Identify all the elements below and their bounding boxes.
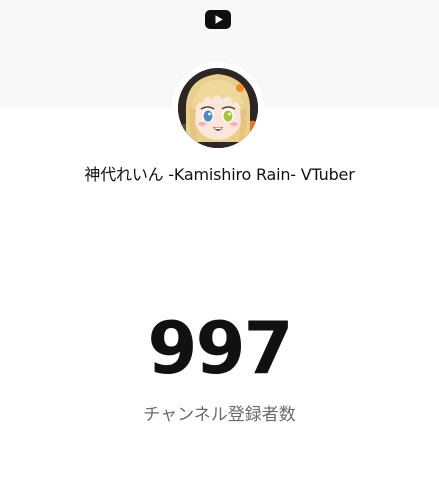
- youtube-icon[interactable]: [205, 10, 231, 29]
- avatar-ring: [172, 62, 264, 154]
- channel-avatar[interactable]: [178, 68, 258, 148]
- channel-name[interactable]: 神代れいん -Kamishiro Rain- VTuber: [0, 161, 439, 185]
- subscriber-count-label: チャンネル登録者数: [143, 405, 296, 425]
- subscriber-count: 997: [147, 306, 293, 390]
